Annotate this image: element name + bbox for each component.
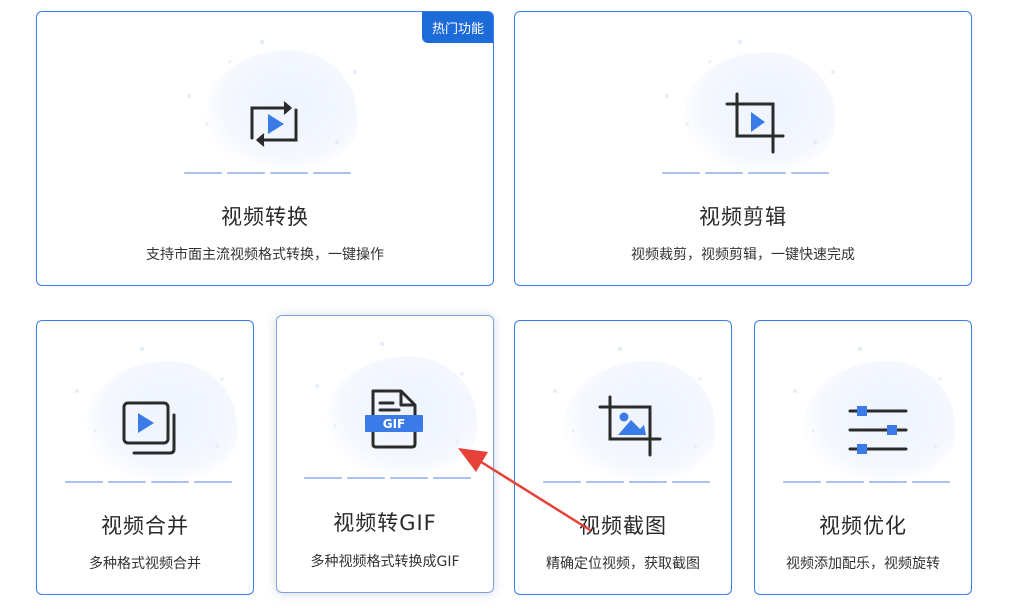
card-description: 精确定位视频，获取截图 [546, 556, 700, 572]
gif-label: GIF [383, 417, 406, 431]
card-video-convert[interactable]: 视频转换 支持市面主流视频格式转换，一键操作 热门功能 [36, 11, 494, 286]
card-video-to-gif[interactable]: GIF 视频转GIF 多种视频格式转换成GIF [276, 315, 494, 593]
card-description: 支持市面主流视频格式转换，一键操作 [146, 247, 384, 263]
hot-feature-badge: 热门功能 [421, 12, 493, 43]
card-title: 视频合并 [101, 514, 189, 538]
convert-icon [250, 101, 298, 147]
merge-icon [122, 401, 176, 455]
card-title: 视频剪辑 [699, 205, 787, 229]
card-video-edit[interactable]: 视频剪辑 视频裁剪，视频剪辑，一键快速完成 [514, 11, 972, 286]
decorative-underline [184, 172, 351, 174]
card-description: 多种格式视频合并 [89, 556, 201, 572]
card-title: 视频截图 [579, 514, 667, 538]
card-title: 视频转GIF [333, 511, 437, 535]
card-description: 多种视频格式转换成GIF [310, 554, 460, 570]
decorative-underline [65, 481, 232, 483]
crop-image-icon [598, 395, 662, 457]
sliders-icon [848, 406, 908, 454]
gif-file-icon: GIF [365, 389, 423, 449]
card-video-merge[interactable]: 视频合并 多种格式视频合并 [36, 320, 254, 595]
card-description: 视频裁剪，视频剪辑，一键快速完成 [631, 247, 855, 263]
card-video-optimize[interactable]: 视频优化 视频添加配乐，视频旋转 [754, 320, 972, 595]
decorative-underline [304, 477, 471, 479]
decorative-underline [783, 481, 950, 483]
card-description: 视频添加配乐，视频旋转 [786, 556, 940, 572]
decorative-underline [543, 481, 710, 483]
card-video-screenshot[interactable]: 视频截图 精确定位视频，获取截图 [514, 320, 732, 595]
card-title: 视频转换 [221, 205, 309, 229]
decorative-underline [662, 172, 829, 174]
crop-play-icon [725, 92, 785, 154]
card-title: 视频优化 [819, 514, 907, 538]
